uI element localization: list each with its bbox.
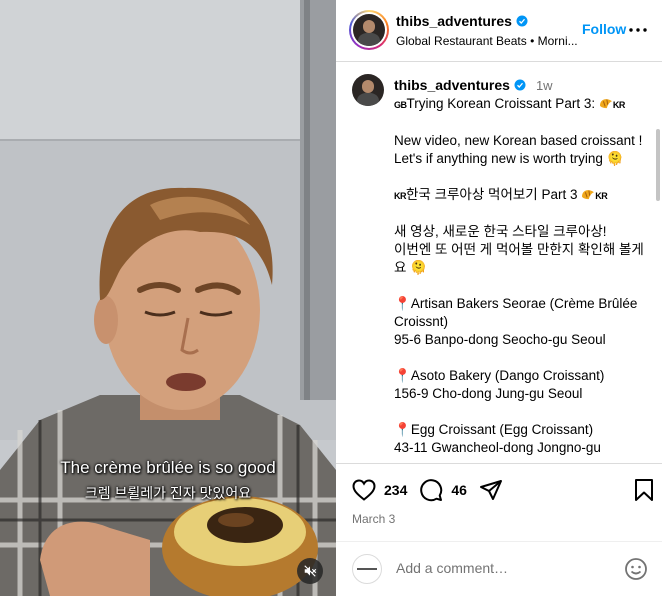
caption-title-ko: KR한국 크루아상 먹어보기 Part 3 KR	[394, 186, 656, 205]
place-address: 156-9 Cho-dong Jung-gu Seoul	[394, 386, 583, 401]
place-address: 43-11 Gwancheol-dong Jongno-gu	[394, 440, 601, 455]
video-player[interactable]: The crème brûlée is so good 크렘 브륄레가 진자 맛…	[0, 0, 336, 596]
place-entry: 📍Asoto Bakery (Dango Croissant) 156-9 Cho…	[394, 367, 656, 403]
header-username[interactable]: thibs_adventures	[396, 13, 528, 29]
post-header: thibs_adventures Global Restaurant Beats…	[336, 0, 662, 62]
croissant-emoji-icon	[599, 99, 612, 109]
like-count[interactable]: 234	[384, 482, 407, 498]
mute-button[interactable]	[297, 558, 323, 584]
kr-flag: KR	[612, 100, 626, 110]
like-button[interactable]	[352, 478, 376, 502]
verified-badge-icon	[514, 79, 526, 91]
caption-avatar[interactable]	[352, 74, 384, 106]
place-name: Asoto Bakery (Dango Croissant)	[410, 368, 605, 383]
pin-icon: 📍	[394, 296, 411, 311]
audio-track-link[interactable]: Global Restaurant Beats • Morni...	[396, 34, 581, 48]
subtitle-korean: 크렘 브륄레가 진자 맛있어요	[84, 485, 252, 501]
header-username-link[interactable]: thibs_adventures	[396, 13, 512, 29]
speaker-muted-icon	[304, 565, 317, 577]
current-user-avatar	[352, 554, 382, 584]
comments-section[interactable]: thibs_adventures 1w GBTrying Korean Croi…	[336, 63, 662, 463]
story-ring[interactable]	[349, 10, 389, 50]
more-horizontal-icon	[629, 28, 647, 32]
post-side-panel: thibs_adventures Global Restaurant Beats…	[336, 0, 662, 596]
kr-flag: KR	[595, 191, 608, 201]
place-entry: 📍Artisan Bakers Seorae (Crème Brûlée Cro…	[394, 295, 656, 349]
place-name: Egg Croissant (Egg Croissant)	[410, 422, 594, 437]
bookmark-icon	[635, 479, 653, 501]
caption-text: GBTrying Korean Croissant Part 3: KR New…	[394, 95, 656, 463]
comment-button[interactable]	[419, 478, 443, 502]
place-name: Artisan Bakers Seorae (Crème Brûlée Croi…	[394, 296, 638, 329]
kr-flag: KR	[394, 191, 407, 201]
comment-input[interactable]: Add a comment…	[396, 560, 616, 576]
place-address: 95-6 Banpo-dong Seocho-gu Seoul	[394, 332, 606, 347]
post-date[interactable]: March 3	[352, 512, 395, 526]
paper-plane-icon	[479, 480, 502, 500]
pin-icon: 📍	[394, 422, 411, 437]
title-text: Trying Korean Croissant Part 3:	[406, 96, 599, 111]
comment-count[interactable]: 46	[451, 482, 467, 498]
more-options-button[interactable]	[628, 22, 648, 38]
share-button[interactable]	[479, 478, 503, 502]
heart-icon	[352, 479, 376, 501]
post-timestamp[interactable]: 1w	[536, 78, 553, 93]
title-ko-text: 한국 크루아상 먹어보기 Part 3	[406, 187, 582, 202]
follow-button[interactable]: Follow	[582, 21, 626, 37]
save-button[interactable]	[632, 478, 656, 502]
comment-bubble-icon	[420, 479, 443, 502]
caption-paragraph-en: New video, new Korean based croissant ! …	[394, 133, 643, 166]
emoji-picker-button[interactable]	[624, 557, 648, 581]
subtitle-english: The crème brûlée is so good	[60, 458, 276, 477]
croissant-emoji-icon	[582, 190, 595, 200]
emoji-smiley-icon	[625, 558, 647, 580]
caption-header: thibs_adventures 1w	[394, 77, 553, 93]
verified-badge-icon	[516, 15, 528, 27]
add-comment-bar: Add a comment…	[336, 541, 662, 596]
caption-username[interactable]: thibs_adventures	[394, 77, 510, 93]
post-actions: 234 46 March 3	[336, 463, 662, 553]
avatar[interactable]	[353, 14, 385, 46]
pin-icon: 📍	[394, 368, 411, 383]
video-frame	[0, 0, 336, 596]
comments-scrollbar[interactable]	[656, 129, 660, 201]
caption-paragraph-ko: 새 영상, 새로운 한국 스타일 크루아상! 이번엔 또 어떤 게 먹어볼 만한…	[394, 224, 644, 275]
gb-flag: GB	[394, 100, 407, 110]
caption-title: GBTrying Korean Croissant Part 3: KR	[394, 95, 656, 114]
place-entry: 📍Egg Croissant (Egg Croissant) 43-11 Gwan…	[394, 421, 656, 457]
